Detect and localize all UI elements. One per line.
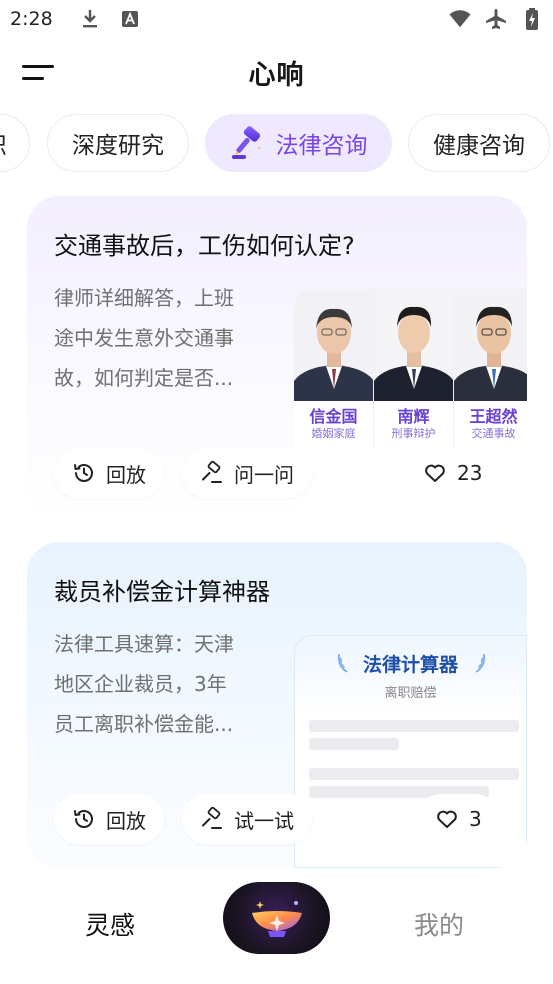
gavel-icon (231, 126, 261, 159)
status-bar: 2:28 (0, 0, 553, 38)
tab-deep-research[interactable]: 深度研究 (47, 114, 189, 172)
calculator-title: 法律计算器 (362, 654, 458, 676)
like-button[interactable]: 23 (405, 448, 501, 498)
nav-mine[interactable]: 我的 (414, 906, 464, 942)
heart-icon (437, 810, 457, 828)
like-count: 23 (457, 461, 483, 485)
card-title: 裁员补偿金计算神器 (54, 578, 270, 606)
try-button[interactable]: 试一试 (182, 794, 312, 844)
magic-lamp-icon (251, 901, 302, 937)
replay-button[interactable]: 回放 (54, 448, 164, 498)
gavel-icon (202, 461, 222, 483)
like-button[interactable]: 3 (417, 794, 500, 844)
lawyer-photo (294, 289, 373, 401)
nav-inspiration[interactable]: 灵感 (85, 906, 135, 942)
tab-legal-consult[interactable]: 法律咨询 (205, 114, 392, 172)
app-header: 心响 (0, 45, 553, 99)
bottom-nav: 灵感 我的 (0, 880, 553, 984)
history-icon (74, 810, 93, 828)
gavel-icon (202, 807, 222, 829)
app-title: 心响 (248, 60, 305, 91)
content-card-severance[interactable]: 裁员补偿金计算神器 法律工具速算：天津 地区企业裁员，3年 员工离职补偿金能..… (27, 542, 527, 868)
font-icon (119, 8, 141, 30)
card-description: 律师详细解答，上班 途中发生意外交通事 故，如何判定是否... (54, 286, 234, 390)
wifi-icon (449, 8, 471, 30)
battery-icon (521, 8, 543, 30)
card-description: 法律工具速算：天津 地区企业裁员，3年 员工离职补偿金能... (54, 632, 234, 736)
tab-health-consult[interactable]: 健康咨询 (408, 114, 550, 172)
lawyer-photo (374, 289, 453, 401)
status-time: 2:28 (10, 8, 53, 30)
replay-button[interactable]: 回放 (54, 794, 164, 844)
lawyer-photo (454, 289, 527, 401)
lawyer-card: 王超然 交通事故 (454, 289, 527, 447)
ask-button[interactable]: 问一问 (182, 448, 312, 498)
like-count: 3 (469, 807, 482, 831)
download-icon (79, 8, 101, 30)
lawyer-card: 南辉 刑事辩护 (374, 289, 454, 447)
category-tabs: 识 深度研究 法律咨询 健康咨询 (0, 114, 553, 172)
calculator-subtitle: 离职赔偿 (384, 686, 437, 701)
content-card-accident[interactable]: 交通事故后，工伤如何认定? 律师详细解答，上班 途中发生意外交通事 故，如何判定… (27, 196, 527, 522)
center-action-button[interactable] (223, 882, 330, 954)
airplane-icon (485, 8, 507, 30)
heart-icon (425, 464, 445, 482)
card-title: 交通事故后，工伤如何认定? (54, 232, 355, 260)
history-icon (74, 464, 93, 482)
lawyer-card: 信金国 婚姻家庭 (294, 289, 374, 447)
tab-partial[interactable]: 识 (0, 114, 30, 172)
laurel-right-icon (475, 653, 486, 673)
